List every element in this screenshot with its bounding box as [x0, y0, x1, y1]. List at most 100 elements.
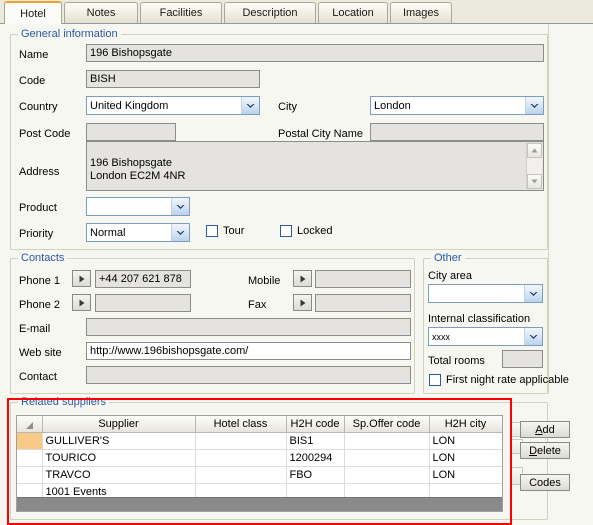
chevron-down-icon[interactable]: [524, 328, 542, 345]
tour-checkbox[interactable]: Tour: [206, 225, 244, 237]
fax-dial-button[interactable]: [293, 294, 312, 311]
column-header-sp-offer-code[interactable]: Sp.Offer code: [344, 416, 430, 433]
cell-supplier[interactable]: GULLIVER'S: [42, 432, 196, 450]
general-information-legend: General information: [18, 28, 121, 40]
codes-button[interactable]: Codes: [520, 474, 570, 491]
related-suppliers-grid[interactable]: Supplier Hotel class H2H code Sp.Offer c…: [16, 415, 503, 512]
add-button[interactable]: Add: [520, 421, 570, 438]
city-label: City: [278, 101, 297, 113]
first-night-rate-checkbox-box[interactable]: [429, 374, 441, 386]
city-combo[interactable]: London: [370, 96, 544, 115]
scroll-down-icon[interactable]: [527, 174, 542, 189]
locked-checkbox-box[interactable]: [280, 225, 292, 237]
chevron-down-icon[interactable]: [241, 97, 259, 114]
phone2-field[interactable]: [95, 294, 191, 312]
cell-sp-offer-code[interactable]: [344, 449, 430, 467]
codes-button-label: Codes: [529, 476, 561, 489]
related-suppliers-legend: Related suppliers: [18, 396, 109, 408]
column-header-hotel-class[interactable]: Hotel class: [195, 416, 287, 433]
cell-h2h-city[interactable]: LON: [429, 432, 502, 450]
table-row[interactable]: TOURICO 1200294 LON: [17, 449, 502, 467]
tab-description-label: Description: [242, 7, 298, 19]
country-label: Country: [19, 101, 58, 113]
cell-hotel-class[interactable]: [195, 432, 287, 450]
product-combo[interactable]: [86, 197, 190, 216]
phone2-dial-button[interactable]: [72, 294, 91, 311]
tab-hotel[interactable]: Hotel: [4, 1, 62, 24]
code-label: Code: [19, 75, 46, 87]
cell-supplier[interactable]: TRAVCO: [42, 466, 196, 484]
delete-button[interactable]: Delete: [520, 442, 570, 459]
locked-checkbox[interactable]: Locked: [280, 225, 332, 237]
tab-facilities[interactable]: Facilities: [140, 2, 222, 23]
column-header-select[interactable]: [17, 416, 43, 433]
city-area-label: City area: [428, 270, 473, 282]
chevron-down-icon[interactable]: [524, 285, 542, 302]
table-row[interactable]: GULLIVER'S BIS1 LON: [17, 432, 502, 450]
column-header-supplier[interactable]: Supplier: [42, 416, 196, 433]
code-field[interactable]: BISH: [86, 70, 260, 88]
cell-hotel-class[interactable]: [195, 466, 287, 484]
phone1-field[interactable]: +44 207 621 878: [95, 270, 191, 288]
row-selector[interactable]: [17, 432, 43, 450]
cell-h2h-city[interactable]: LON: [429, 449, 502, 467]
mobile-field[interactable]: [315, 270, 411, 288]
phone1-dial-button[interactable]: [72, 270, 91, 287]
first-night-rate-checkbox[interactable]: First night rate applicable: [429, 374, 569, 386]
hotel-details-window: Hotel Notes Facilities Description Locat…: [0, 0, 593, 525]
cell-hotel-class[interactable]: [195, 449, 287, 467]
internal-classification-combo[interactable]: xxxx: [428, 327, 543, 346]
address-textarea[interactable]: 196 Bishopsgate London EC2M 4NR: [86, 141, 544, 191]
internal-classification-value: xxxx: [432, 331, 450, 342]
mobile-dial-button[interactable]: [293, 270, 312, 287]
other-legend: Other: [431, 252, 465, 264]
tour-checkbox-label: Tour: [223, 225, 245, 237]
chevron-down-icon[interactable]: [171, 198, 189, 215]
address-scrollbar[interactable]: [526, 143, 542, 189]
country-combo[interactable]: United Kingdom: [86, 96, 260, 115]
related-suppliers-table: Supplier Hotel class H2H code Sp.Offer c…: [17, 416, 502, 501]
chevron-down-icon[interactable]: [525, 97, 543, 114]
post-code-field[interactable]: [86, 123, 176, 141]
cell-h2h-city[interactable]: LON: [429, 466, 502, 484]
tab-facilities-label: Facilities: [159, 7, 203, 19]
row-selector[interactable]: [17, 449, 43, 467]
priority-label: Priority: [19, 228, 54, 240]
table-row[interactable]: TRAVCO FBO LON: [17, 466, 502, 484]
city-area-combo[interactable]: [428, 284, 543, 303]
name-label: Name: [19, 49, 49, 61]
cell-h2h-code[interactable]: BIS1: [286, 432, 345, 450]
cell-h2h-code[interactable]: 1200294: [286, 449, 345, 467]
country-value: United Kingdom: [90, 99, 169, 112]
cell-h2h-code[interactable]: FBO: [286, 466, 345, 484]
row-selector[interactable]: [17, 466, 43, 484]
column-header-h2h-code[interactable]: H2H code: [286, 416, 345, 433]
email-label: E-mail: [19, 323, 51, 335]
postal-city-name-field[interactable]: [370, 123, 544, 141]
tab-images[interactable]: Images: [390, 2, 452, 23]
total-rooms-field[interactable]: [502, 350, 543, 368]
contact-field[interactable]: [86, 366, 411, 384]
play-arrow-icon: [300, 299, 305, 306]
tab-notes[interactable]: Notes: [64, 2, 138, 23]
tour-checkbox-box[interactable]: [206, 225, 218, 237]
name-field[interactable]: 196 Bishopsgate: [86, 44, 544, 62]
grid-footer-bar: [17, 497, 502, 511]
cell-supplier[interactable]: TOURICO: [42, 449, 196, 467]
cell-sp-offer-code[interactable]: [344, 432, 430, 450]
scroll-up-icon[interactable]: [527, 143, 542, 158]
column-header-h2h-city[interactable]: H2H city: [429, 416, 502, 433]
fax-field[interactable]: [315, 294, 411, 312]
cell-sp-offer-code[interactable]: [344, 466, 430, 484]
email-field[interactable]: [86, 318, 411, 336]
tab-hotel-label: Hotel: [20, 7, 46, 20]
play-arrow-icon: [79, 299, 84, 306]
chevron-down-icon[interactable]: [171, 224, 189, 241]
contacts-legend: Contacts: [18, 252, 68, 264]
postal-city-name-label: Postal City Name: [278, 128, 363, 140]
priority-combo[interactable]: Normal: [86, 223, 190, 242]
tab-description[interactable]: Description: [224, 2, 316, 23]
website-field[interactable]: http://www.196bishopsgate.com/: [86, 342, 411, 360]
fax-label: Fax: [248, 299, 267, 311]
tab-location[interactable]: Location: [318, 2, 388, 23]
